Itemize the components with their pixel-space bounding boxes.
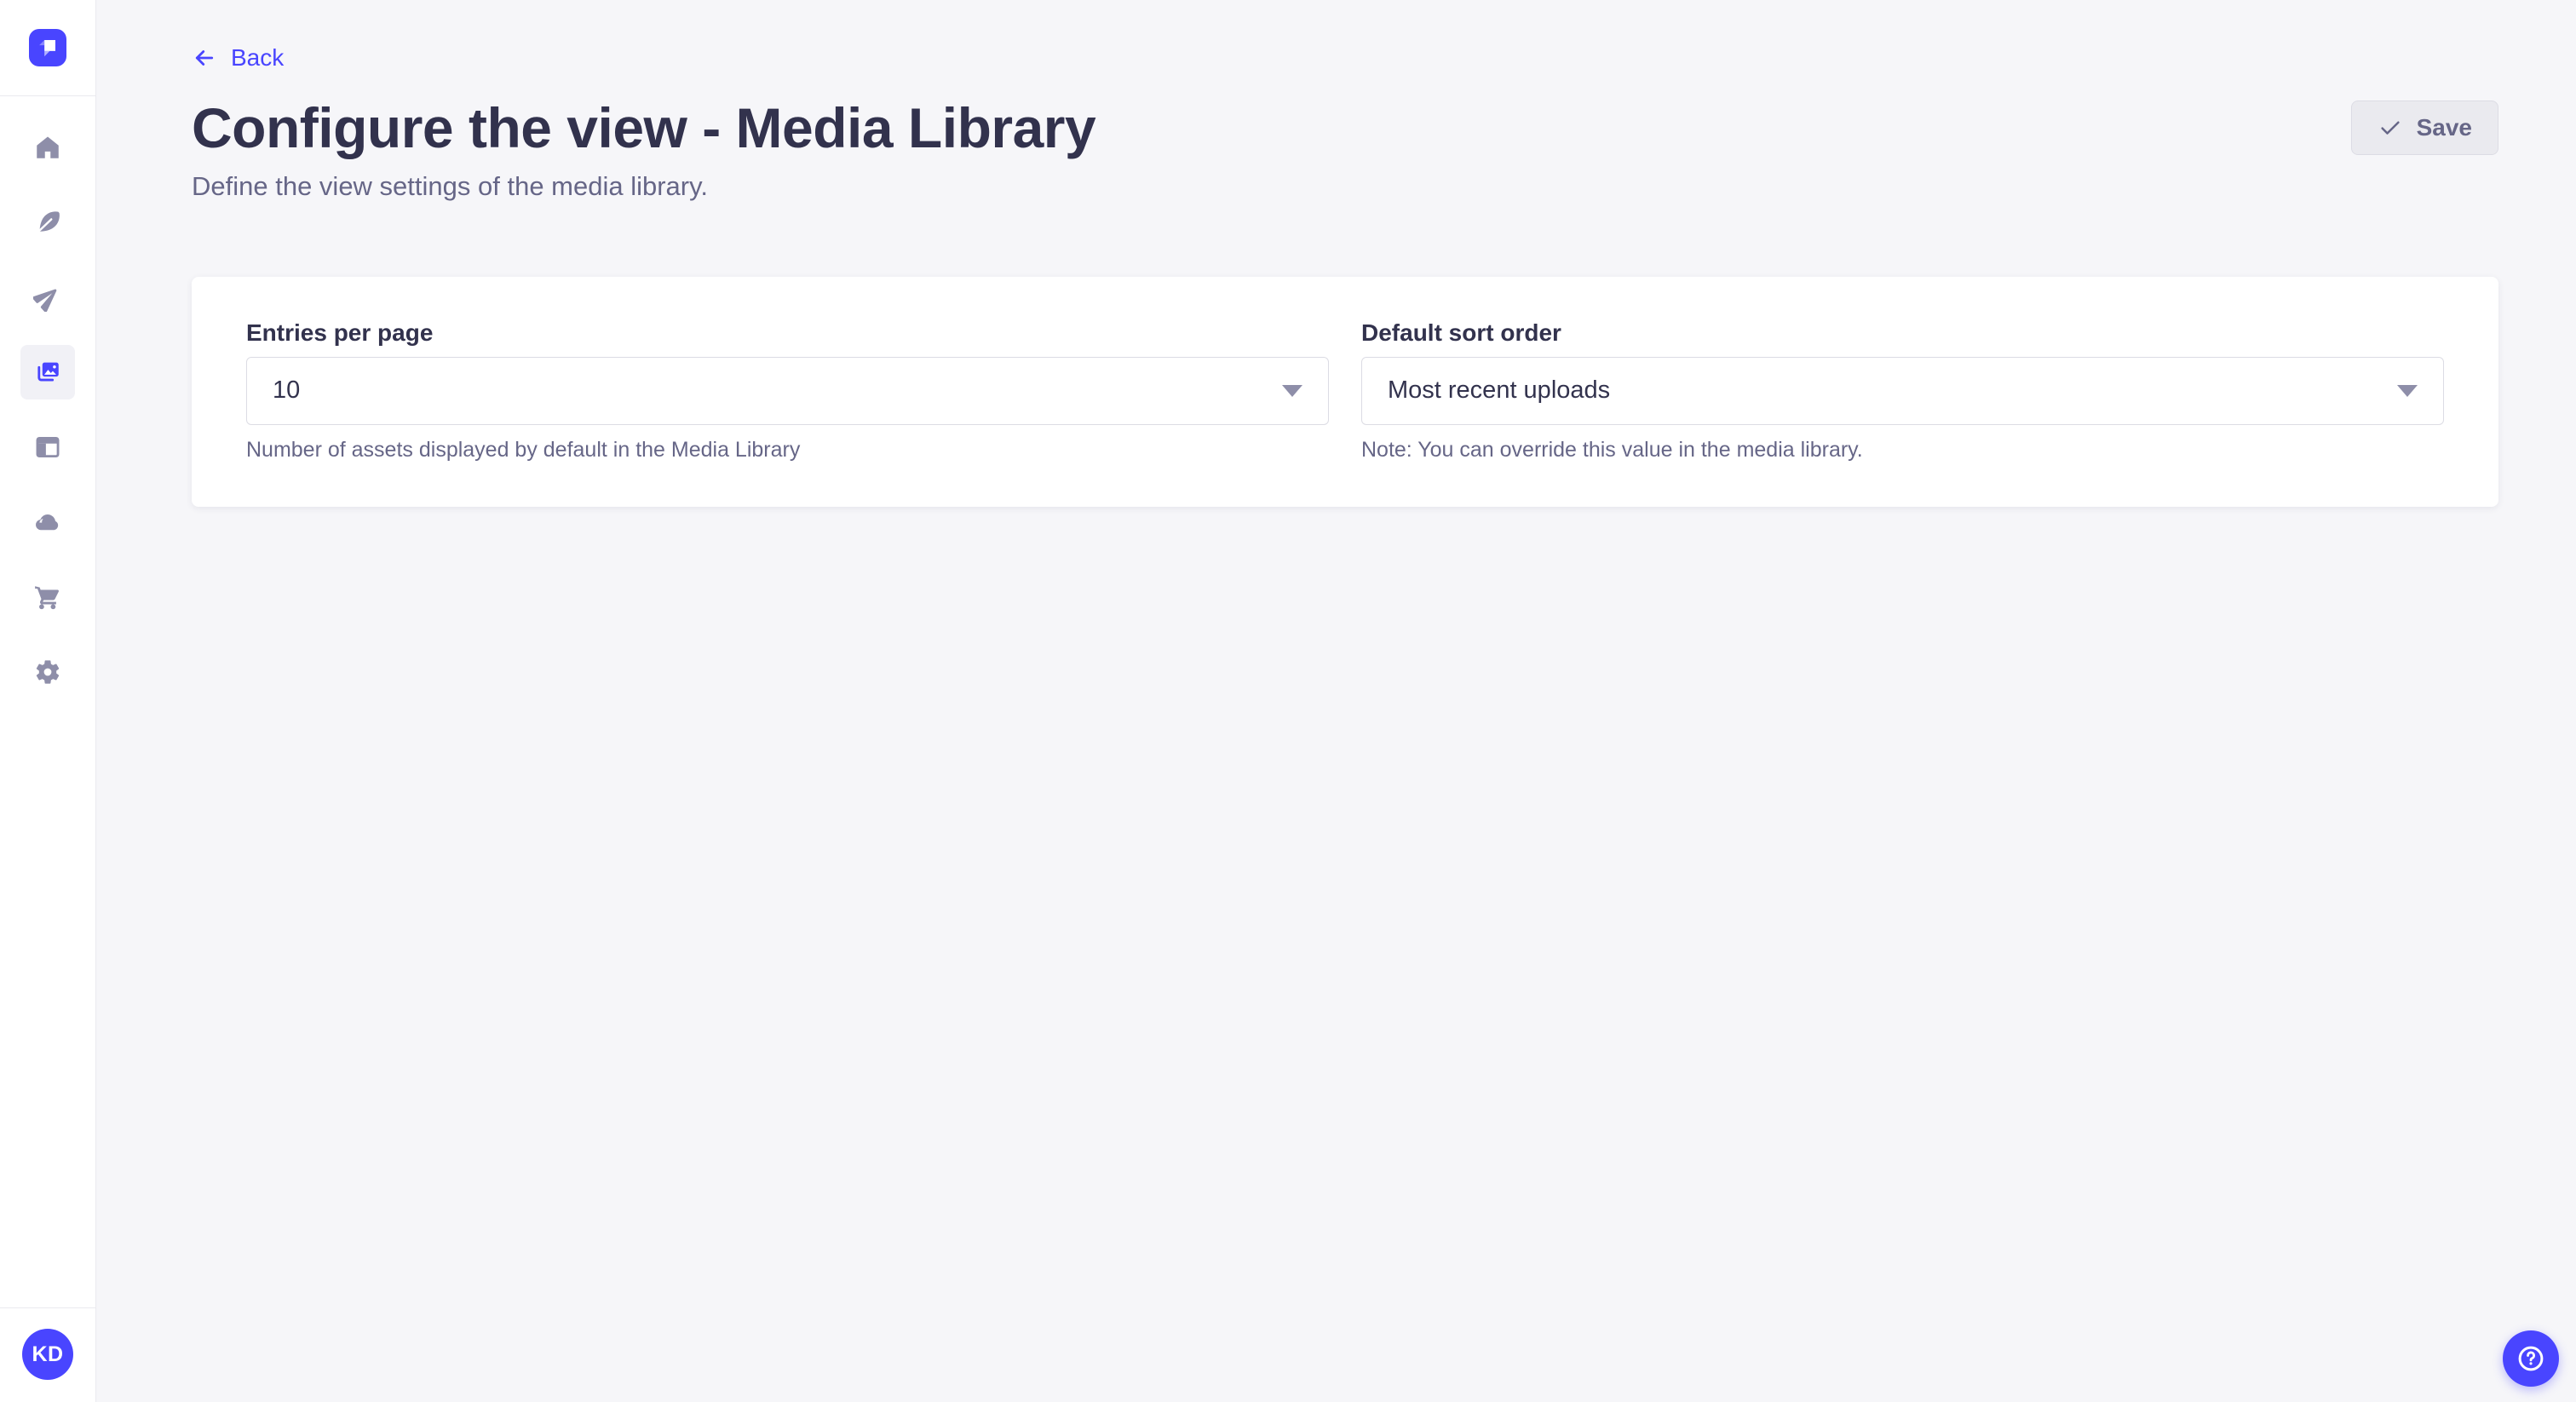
sidebar-nav <box>20 96 75 699</box>
back-link[interactable]: Back <box>192 44 284 72</box>
media-library-icon <box>33 358 62 387</box>
home-icon <box>33 133 62 162</box>
gear-icon <box>33 658 62 687</box>
workspace-logo[interactable] <box>0 0 95 96</box>
sidebar-item-home[interactable] <box>20 120 75 175</box>
strapi-logo-icon <box>29 29 66 66</box>
sidebar-item-cloud[interactable] <box>20 495 75 549</box>
shopping-cart-icon <box>33 583 62 612</box>
sidebar-item-releases[interactable] <box>20 270 75 325</box>
field-entries-per-page: Entries per page 10 Number of assets dis… <box>246 319 1329 463</box>
field-hint: Note: You can override this value in the… <box>1361 438 2444 463</box>
select-value: Most recent uploads <box>1388 376 2397 405</box>
sidebar-item-content-type-builder[interactable] <box>20 420 75 474</box>
feather-icon <box>33 208 62 237</box>
back-label: Back <box>231 44 284 72</box>
main-content: Back Configure the view - Media Library … <box>96 0 2576 1402</box>
save-button[interactable]: Save <box>2351 101 2498 155</box>
page-title: Configure the view - Media Library <box>192 97 1095 159</box>
field-hint: Number of assets displayed by default in… <box>246 438 1329 463</box>
layout-icon <box>33 433 62 462</box>
page-subtitle: Define the view settings of the media li… <box>192 171 2498 202</box>
paper-plane-icon <box>33 283 62 312</box>
sidebar-item-marketplace[interactable] <box>20 570 75 624</box>
page-header: Configure the view - Media Library Save <box>192 97 2498 159</box>
chevron-down-icon <box>2397 385 2418 397</box>
settings-card: Entries per page 10 Number of assets dis… <box>192 277 2498 507</box>
field-label: Entries per page <box>246 319 1329 347</box>
sidebar-item-settings[interactable] <box>20 645 75 699</box>
save-label: Save <box>2417 114 2472 141</box>
sidebar-footer: KD <box>0 1307 95 1402</box>
chevron-down-icon <box>1282 385 1302 397</box>
help-icon <box>2516 1343 2546 1374</box>
select-value: 10 <box>273 376 1282 405</box>
entries-per-page-select[interactable]: 10 <box>246 357 1329 425</box>
arrow-left-icon <box>192 45 217 71</box>
sidebar-item-media-library[interactable] <box>20 345 75 399</box>
sidebar: KD <box>0 0 96 1402</box>
check-icon <box>2378 115 2403 141</box>
default-sort-order-select[interactable]: Most recent uploads <box>1361 357 2444 425</box>
help-button[interactable] <box>2503 1330 2559 1387</box>
field-default-sort-order: Default sort order Most recent uploads N… <box>1361 319 2444 463</box>
user-avatar[interactable]: KD <box>22 1329 73 1380</box>
field-label: Default sort order <box>1361 319 2444 347</box>
cloud-icon <box>33 508 62 537</box>
sidebar-item-content-manager[interactable] <box>20 195 75 250</box>
